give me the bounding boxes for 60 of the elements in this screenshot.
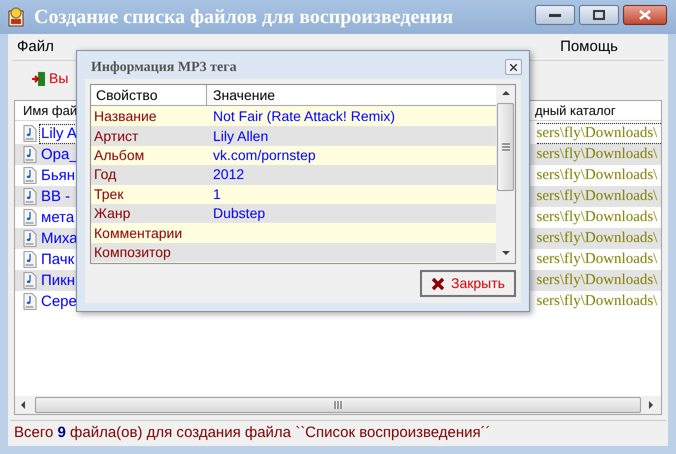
property-name: Комментарии [93,224,184,243]
menu-item[interactable]: Помощь [560,36,618,58]
exit-door-icon [32,70,46,86]
file-name: Миха [40,230,79,248]
folder-path: sers\fly\Downloads\ [536,166,658,186]
folder-path: sers\fly\Downloads\ [536,229,658,248]
music-file-icon [23,146,37,163]
property-value: Not Fair (Rate Attack! Remix) [212,107,396,126]
folder-path: sers\fly\Downloads\ [536,187,658,206]
maximize-icon [593,10,605,20]
property-value: 1 [212,184,221,204]
file-name: BB - [40,188,72,206]
close-dialog-button[interactable]: Закрыть [420,270,516,297]
property-value: Lily Allen [212,126,268,146]
scrollbar-thumb[interactable] [497,103,514,191]
folder-path: sers\fly\Downloads\ [536,271,658,290]
window-title: Создание списка файлов для воспроизведения [34,5,454,30]
property-value: vk.com/pornstep [212,146,316,165]
dialog-close-button[interactable] [505,59,522,75]
folder-path: sers\fly\Downloads\ [536,145,658,164]
menu-item[interactable]: Файл [17,36,54,58]
close-icon [510,64,517,70]
file-name: Бьян [40,166,76,184]
minimize-button[interactable] [535,5,575,25]
property-name: Трек [93,184,124,204]
app-icon [8,7,26,27]
property-name: Год [93,165,118,184]
file-name: Lily A [40,124,78,142]
column-header[interactable]: дный каталог [535,101,616,120]
file-name: Сере [40,292,78,310]
column-header[interactable]: Значение [207,85,276,105]
property-value: Dubstep [212,204,266,224]
minimize-icon [549,13,561,17]
cross-icon [431,276,446,290]
property-name: Композитор [93,242,172,262]
property-name: Артист [93,126,140,146]
dialog-title: Информация MP3 тега [91,58,237,76]
property-value: 2012 [212,165,244,184]
column-header[interactable]: Свойство [91,85,207,105]
file-name: Ора_ [40,146,79,164]
status-text: Всего 9 файла(ов) для создания файла ``Список воспроизведения´´ [14,423,491,444]
folder-path: sers\fly\Downloads\ [536,124,658,144]
close-icon [639,10,651,20]
toolbar-button[interactable]: Вы [32,68,68,89]
file-name: мета [40,208,76,226]
music-file-icon [23,272,37,289]
scrollbar-thumb[interactable] [35,397,641,413]
close-button[interactable] [623,5,667,25]
folder-path: sers\fly\Downloads\ [536,208,658,228]
maximize-button[interactable] [579,5,619,25]
grip-icon [502,143,510,151]
property-name: Жанр [93,204,132,224]
file-name: Пикн [40,272,76,290]
grip-icon [334,401,342,409]
property-name: Альбом [93,146,146,165]
music-file-icon [23,230,37,247]
folder-path: sers\fly\Downloads\ [536,292,658,312]
folder-path: sers\fly\Downloads\ [536,250,658,270]
file-name: Пачк [40,250,76,268]
music-file-icon [23,188,37,205]
